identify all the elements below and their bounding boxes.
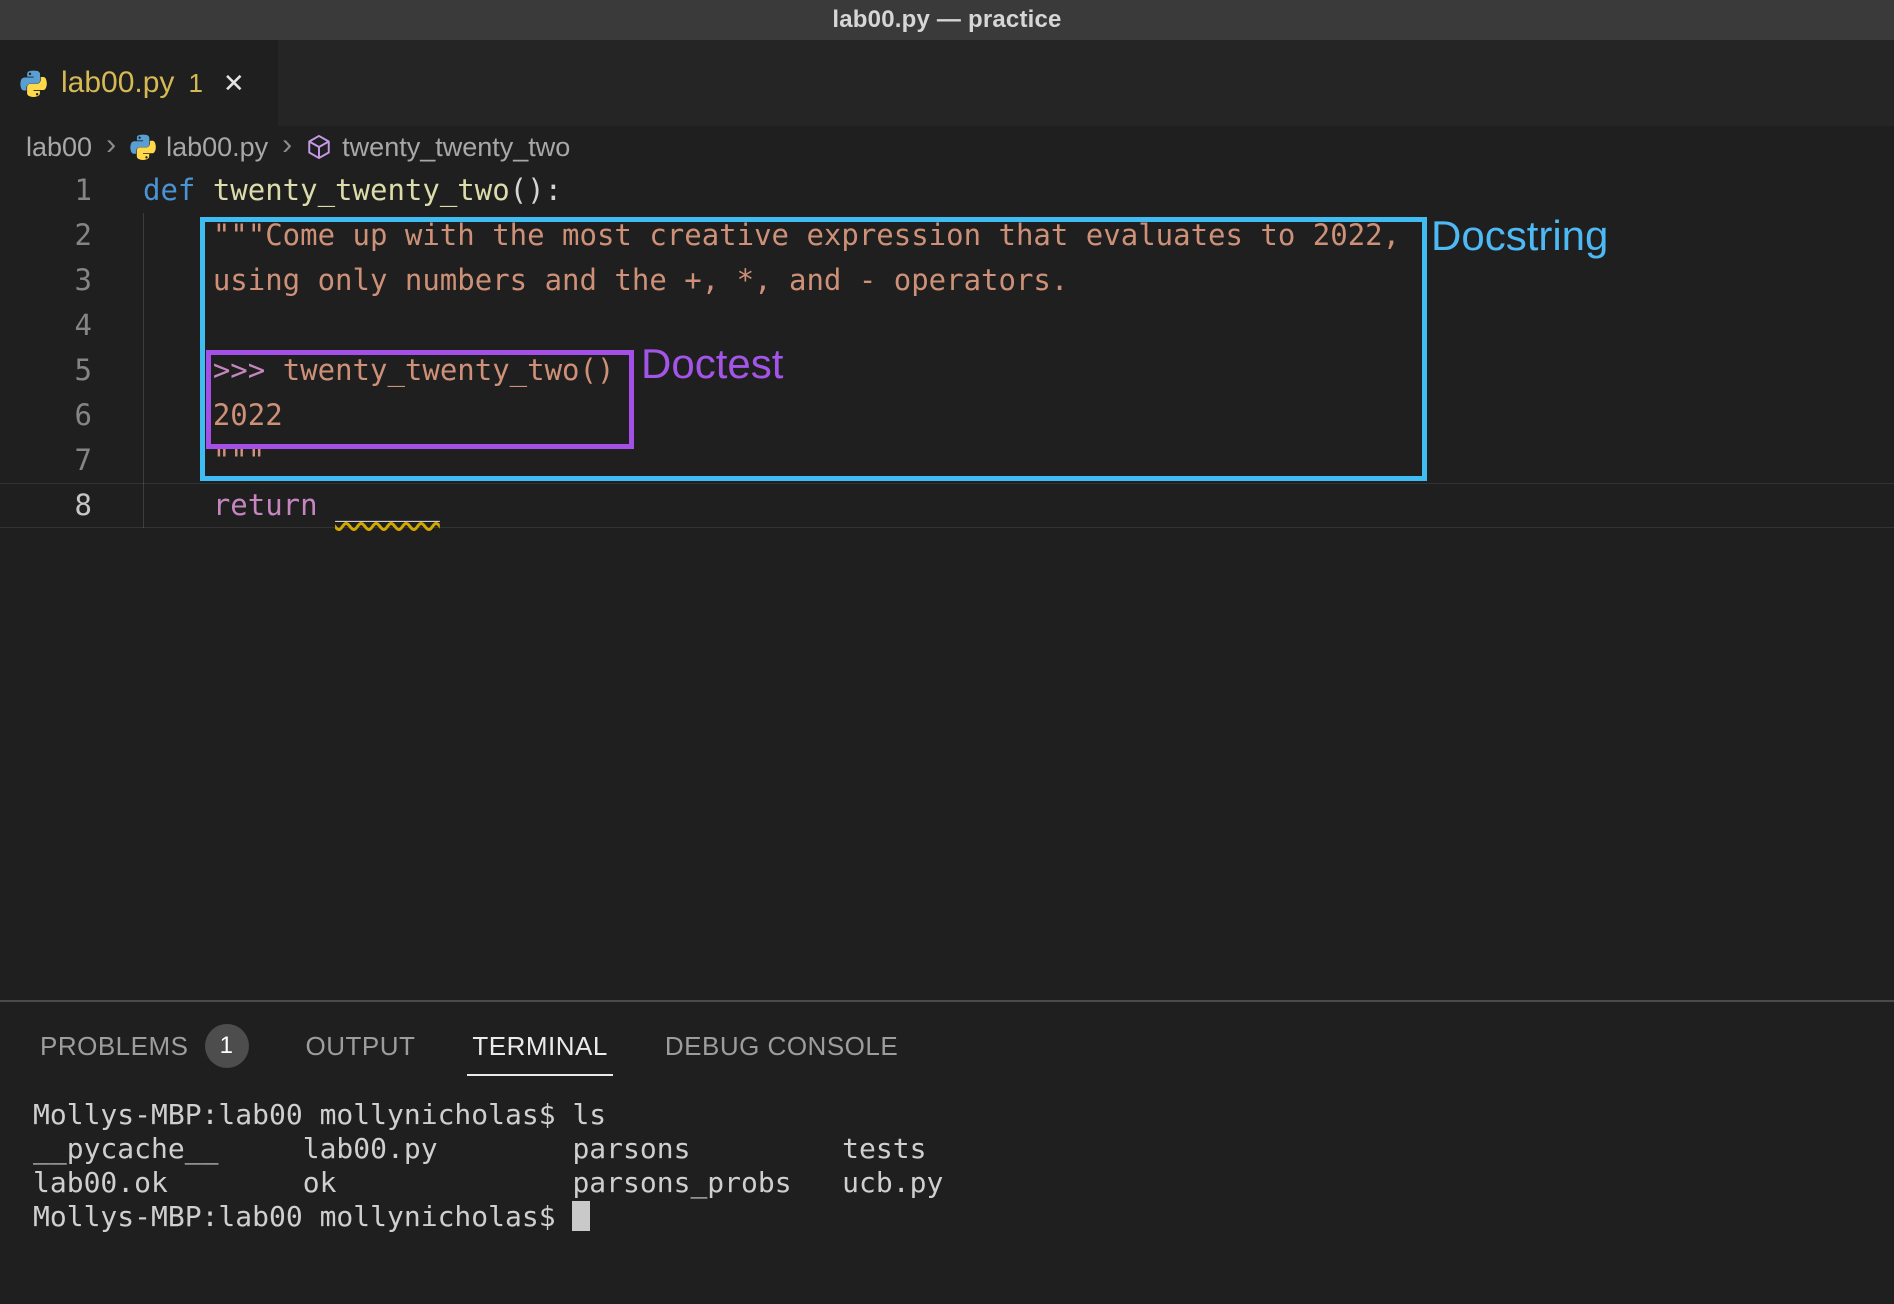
breadcrumb: lab00 › lab00.py › twenty_twenty_two: [0, 126, 1894, 168]
line-number[interactable]: 8: [0, 484, 92, 527]
terminal-prompt-line: Mollys-MBP:lab00 mollynicholas$: [33, 1200, 1894, 1234]
tab-problem-count: 1: [188, 68, 202, 99]
tab-debug-console[interactable]: DEBUG CONSOLE: [665, 1002, 898, 1084]
chevron-right-icon: ›: [278, 131, 296, 164]
close-icon[interactable]: ✕: [223, 68, 245, 99]
panel-tab-bar: PROBLEMS 1 OUTPUT TERMINAL DEBUG CONSOLE: [0, 1002, 1894, 1084]
symbol-cube-icon: [306, 134, 332, 160]
python-icon: [20, 70, 47, 97]
code-line[interactable]: 5 >>> twenty_twenty_two(): [0, 348, 1894, 393]
chevron-right-icon: ›: [102, 131, 120, 164]
breadcrumb-file[interactable]: lab00.py: [166, 132, 268, 163]
code-line[interactable]: 1 def twenty_twenty_two():: [0, 168, 1894, 213]
breadcrumb-folder[interactable]: lab00: [26, 132, 92, 163]
terminal-cursor: [572, 1201, 590, 1231]
window-title: lab00.py — practice: [832, 6, 1061, 34]
code-editor[interactable]: 1 def twenty_twenty_two(): 2 """Come up …: [0, 168, 1894, 1000]
title-bar: lab00.py — practice: [0, 0, 1894, 40]
code-line-current[interactable]: 8 return ______: [0, 483, 1894, 528]
breadcrumb-symbol[interactable]: twenty_twenty_two: [342, 132, 570, 163]
line-number[interactable]: 3: [0, 258, 92, 303]
terminal-line: lab00.ok ok parsons_probs ucb.py: [33, 1166, 1894, 1200]
code-line[interactable]: 3 using only numbers and the +, *, and -…: [0, 258, 1894, 303]
code-line[interactable]: 6 2022: [0, 393, 1894, 438]
line-number[interactable]: 7: [0, 438, 92, 483]
tab-output[interactable]: OUTPUT: [306, 1002, 416, 1084]
code-rows: 1 def twenty_twenty_two(): 2 """Come up …: [0, 168, 1894, 528]
python-icon: [130, 134, 156, 160]
line-number[interactable]: 6: [0, 393, 92, 438]
active-tab-underline: [467, 1074, 612, 1076]
bottom-panel: PROBLEMS 1 OUTPUT TERMINAL DEBUG CONSOLE…: [0, 1000, 1894, 1304]
tab-strip: lab00.py 1 ✕: [0, 40, 1894, 126]
code-line[interactable]: 4: [0, 303, 1894, 348]
line-number[interactable]: 1: [0, 168, 92, 213]
terminal-line: Mollys-MBP:lab00 mollynicholas$ ls: [33, 1098, 1894, 1132]
tab-problems[interactable]: PROBLEMS 1: [40, 1002, 249, 1084]
line-number[interactable]: 5: [0, 348, 92, 393]
line-number[interactable]: 2: [0, 213, 92, 258]
tab-lab00[interactable]: lab00.py 1 ✕: [0, 40, 278, 126]
tab-filename: lab00.py: [61, 66, 174, 100]
line-number[interactable]: 4: [0, 303, 92, 348]
code-line[interactable]: 2 """Come up with the most creative expr…: [0, 213, 1894, 258]
tab-terminal[interactable]: TERMINAL: [472, 1002, 607, 1084]
code-line[interactable]: 7 """: [0, 438, 1894, 483]
doctest-annotation-label: Doctest: [641, 340, 783, 388]
terminal-line: __pycache__ lab00.py parsons tests: [33, 1132, 1894, 1166]
problems-count-badge: 1: [205, 1024, 249, 1068]
docstring-annotation-label: Docstring: [1431, 212, 1608, 260]
terminal-output[interactable]: Mollys-MBP:lab00 mollynicholas$ ls __pyc…: [0, 1084, 1894, 1234]
